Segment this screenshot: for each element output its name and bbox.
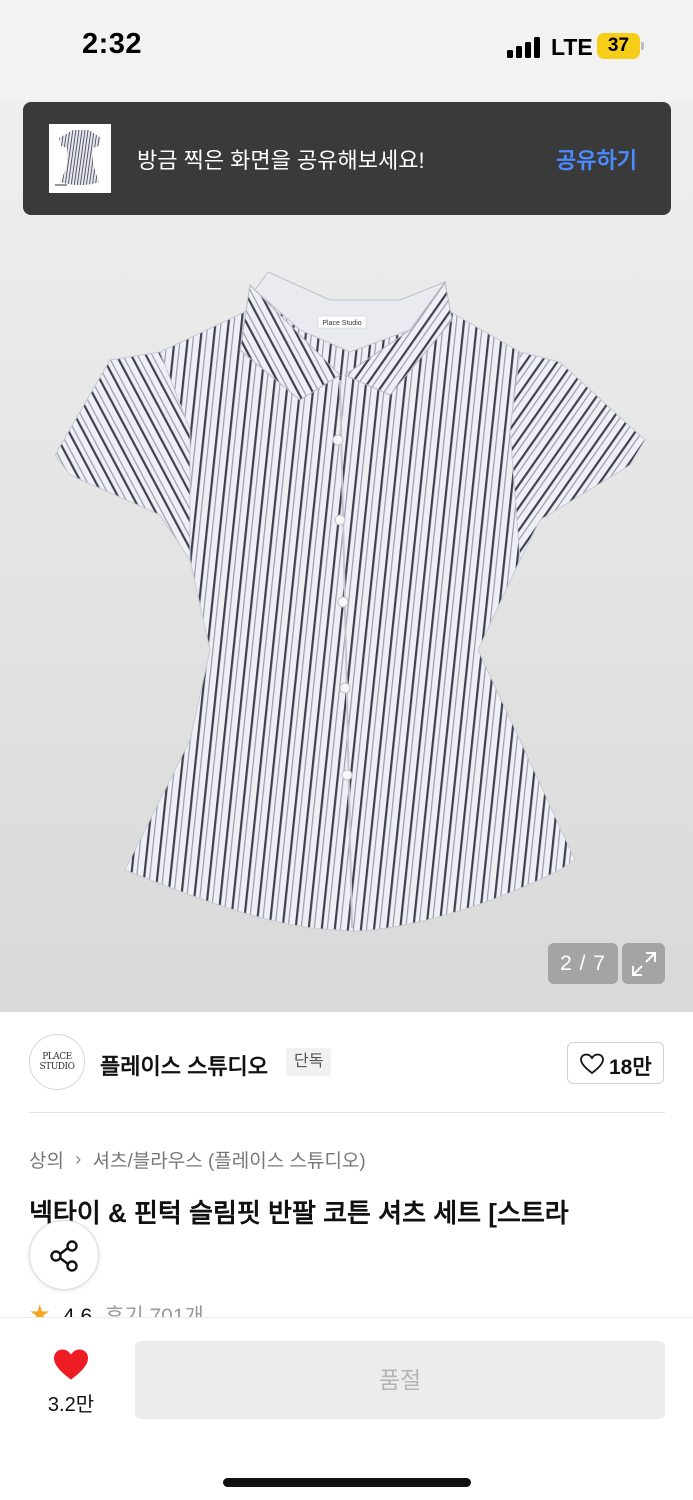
share-button[interactable] xyxy=(29,1220,99,1290)
brand-logo[interactable]: PLACE STUDIO xyxy=(29,1034,85,1090)
rating-score: 4.6 xyxy=(63,1305,93,1317)
wishlist-button[interactable]: 3.2만 xyxy=(36,1348,106,1418)
product-title: 넥타이 & 핀턱 슬림핏 반팔 코튼 셔츠 세트 [스트라 xyxy=(29,1198,569,1228)
toast-share-button[interactable]: 공유하기 xyxy=(556,143,637,175)
product-image: Place Studio xyxy=(54,271,646,932)
screenshot-thumbnail[interactable] xyxy=(49,124,111,193)
image-pager: 2 / 7 xyxy=(548,943,618,984)
breadcrumb-category[interactable]: 상의 xyxy=(29,1146,64,1173)
review-count[interactable]: 후기 701개 xyxy=(105,1305,204,1317)
divider xyxy=(29,1112,665,1113)
cellular-signal-icon xyxy=(507,36,541,58)
status-time: 2:32 xyxy=(82,28,143,60)
wishlist-count: 3.2만 xyxy=(47,1394,95,1416)
battery-icon: 37 xyxy=(597,33,644,59)
heart-outline-icon xyxy=(580,1053,604,1075)
home-indicator xyxy=(223,1478,471,1487)
expand-button[interactable] xyxy=(622,943,665,984)
expand-icon xyxy=(632,952,656,976)
brand-row[interactable]: PLACE STUDIO 플레이스 스튜디오 단독 18만 xyxy=(0,1012,693,1114)
sold-out-button[interactable]: 품절 xyxy=(135,1341,665,1419)
heart-filled-icon xyxy=(54,1349,88,1380)
product-image-gallery[interactable]: Place Studio 2 / 7 xyxy=(0,100,693,1012)
status-bar: 2:32 LTE 37 xyxy=(0,0,693,100)
brand-name[interactable]: 플레이스 스튜디오 xyxy=(100,1049,268,1081)
product-rating[interactable]: ★ 4.6 후기 701개 xyxy=(29,1303,329,1317)
brand-like-count: 18만 xyxy=(609,1056,652,1079)
star-icon: ★ xyxy=(29,1303,51,1317)
exclusive-badge: 단독 xyxy=(286,1048,332,1076)
screenshot-share-toast: 방금 찍은 화면을 공유해보세요! 공유하기 xyxy=(23,102,671,215)
breadcrumb-subcategory[interactable]: 셔츠/블라우스 (플레이스 스튜디오) xyxy=(93,1146,366,1173)
toast-message: 방금 찍은 화면을 공유해보세요! xyxy=(137,148,425,173)
breadcrumb: 상의 › 셔츠/블라우스 (플레이스 스튜디오) xyxy=(29,1146,366,1173)
shirt-tag-text: Place Studio xyxy=(322,320,361,327)
share-icon xyxy=(50,1240,78,1272)
brand-like-button[interactable]: 18만 xyxy=(567,1042,664,1084)
battery-level: 37 xyxy=(597,33,640,59)
network-type: LTE xyxy=(551,34,593,60)
chevron-right-icon: › xyxy=(75,1149,82,1169)
bottom-action-bar: 3.2만 품절 xyxy=(0,1317,693,1500)
